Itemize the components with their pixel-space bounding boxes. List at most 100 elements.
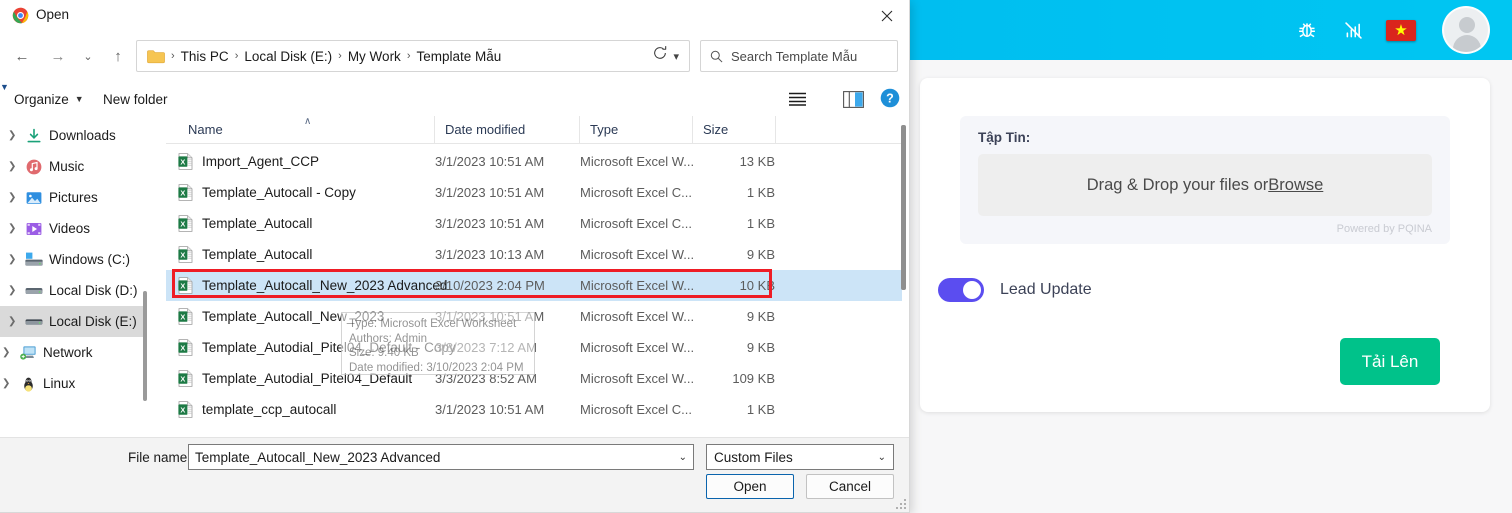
table-row[interactable]: X Template_Autocall - Copy 3/1/2023 10:51 … [166, 177, 902, 208]
file-name-text: Template_Autocall_New_2023 [202, 309, 385, 324]
lead-update-label: Lead Update [1000, 281, 1092, 298]
chevron-right-icon[interactable]: ❯ [2, 347, 18, 358]
preview-pane-icon[interactable] [843, 90, 864, 108]
refresh-icon[interactable] [652, 45, 668, 65]
file-size-cell: 1 KB [746, 185, 775, 200]
flag-vietnam-icon[interactable]: ★ [1386, 19, 1416, 41]
sidebar-item-music[interactable]: ❯ Music [0, 151, 147, 182]
breadcrumb-item-my-work[interactable]: My Work [344, 46, 405, 67]
column-header-type[interactable]: Type [579, 116, 692, 143]
chevron-right-icon[interactable]: ❯ [2, 378, 18, 389]
table-row[interactable]: X Template_Autocall 3/1/2023 10:13 AM Micro… [166, 239, 902, 270]
file-name-cell: X Template_Autocall - Copy [178, 184, 356, 201]
chevron-right-icon[interactable]: ❯ [8, 285, 24, 296]
sidebar-item-network[interactable]: ❯ Network [0, 337, 147, 368]
drive-windows-icon [24, 251, 44, 269]
recent-locations-button[interactable]: ⌄ [74, 42, 102, 70]
bug-icon[interactable] [1294, 17, 1320, 43]
avatar-body [1453, 35, 1481, 52]
sidebar-item-videos[interactable]: ❯ Videos [0, 213, 147, 244]
help-icon[interactable]: ? [880, 88, 900, 108]
table-row[interactable]: X Template_Autodial_Pitel04_Default - Cop… [166, 332, 902, 363]
view-list-icon[interactable] [788, 90, 807, 108]
open-button[interactable]: Open [706, 474, 794, 499]
sidebar-item-linux[interactable]: ❯ Linux [0, 368, 147, 399]
sidebar-item-windows-c[interactable]: ❯ Windows (C:) [0, 244, 147, 275]
column-header-blank[interactable] [775, 116, 902, 143]
search-icon [710, 50, 723, 62]
list-bottom-edge [166, 430, 902, 436]
chevron-right-icon[interactable]: ❯ [8, 223, 24, 234]
sidebar-item-label: Videos [49, 221, 91, 236]
avatar-head [1459, 17, 1475, 33]
breadcrumb-item-this-pc[interactable]: This PC [177, 46, 233, 67]
file-name-cell: X Template_Autocall [178, 215, 312, 232]
upload-submit-button[interactable]: Tải Lên [1340, 338, 1440, 385]
sidebar-item-downloads[interactable]: ❯ Downloads [0, 120, 147, 151]
file-list-pane: Name ∧ Date modified Type Size X Import_A… [166, 116, 902, 436]
browse-link[interactable]: Browse [1268, 176, 1323, 195]
sort-ascending-icon: ∧ [304, 116, 312, 127]
drive-icon [24, 313, 44, 331]
chevron-right-icon[interactable]: ❯ [8, 254, 24, 265]
signal-off-icon[interactable] [1340, 17, 1366, 43]
chevron-right-icon[interactable]: ❯ [8, 161, 24, 172]
chevron-down-icon[interactable]: ⌄ [679, 452, 687, 463]
file-name-input[interactable]: Template_Autocall_New_2023 Advanced ⌄ [188, 444, 694, 470]
table-row[interactable]: X Template_Autodial_Pitel04_Default 3/3/20… [166, 363, 902, 394]
column-header-size[interactable]: Size [692, 116, 775, 143]
chevron-down-icon[interactable]: ⌄ [878, 452, 886, 463]
chevron-right-icon[interactable]: ❯ [8, 130, 24, 141]
chevron-right-icon[interactable]: ❯ [8, 192, 24, 203]
file-type-cell: Microsoft Excel W... [580, 371, 695, 386]
table-row[interactable]: X Import_Agent_CCP 3/1/2023 10:51 AM Micros… [166, 146, 902, 177]
file-date-cell: 3/1/2023 10:51 AM [435, 185, 545, 200]
drive-icon [24, 282, 44, 300]
scrollbar-thumb[interactable] [901, 125, 906, 290]
avatar[interactable] [1442, 6, 1490, 54]
sidebar-item-pictures[interactable]: ❯ Pictures [0, 182, 147, 213]
organize-button[interactable]: Organize ▼ [14, 82, 84, 116]
new-folder-button[interactable]: New folder [103, 82, 168, 116]
sidebar-item-local-disk-d[interactable]: ❯ Local Disk (D:) [0, 275, 147, 306]
file-size-cell: 109 KB [732, 371, 775, 386]
table-row[interactable]: X Template_Autocall_New_2023 Advanced 3/10… [166, 270, 902, 301]
file-name-text: Import_Agent_CCP [202, 154, 320, 169]
navigation-pane-scrollbar[interactable] [143, 116, 147, 436]
cancel-button[interactable]: Cancel [806, 474, 894, 499]
powered-by-label: Powered by PQINA [1336, 223, 1432, 235]
column-header-date-modified[interactable]: Date modified [434, 116, 579, 143]
breadcrumb-item-template-mau[interactable]: Template Mẫu [412, 46, 505, 67]
table-row[interactable]: Xtemplate_ccp_autocall 3/1/2023 10:51 AM M… [166, 394, 902, 425]
breadcrumb[interactable]: › This PC › Local Disk (E:) › My Work › … [136, 40, 690, 72]
resize-grip[interactable] [896, 499, 907, 510]
chevron-down-icon[interactable]: ▾ [673, 50, 685, 63]
file-date-cell: 3/1/2023 10:13 AM [435, 247, 545, 262]
back-button[interactable]: ← [8, 42, 36, 70]
excel-file-icon: X [178, 277, 193, 294]
file-type-filter-select[interactable]: Custom Files ⌄ [706, 444, 894, 470]
forward-button[interactable]: → [44, 42, 72, 70]
table-row[interactable]: X Template_Autocall 3/1/2023 10:51 AM Micro… [166, 208, 902, 239]
dialog-titlebar[interactable]: Open [0, 0, 909, 32]
table-row[interactable]: X Template_Autocall_New_2023 3/1/2023 10:5… [166, 301, 902, 332]
dropzone-text: Drag & Drop your files or [1086, 175, 1269, 194]
sidebar-item-local-disk-e[interactable]: ❯ Local Disk (E:) [0, 306, 147, 337]
scrollbar-thumb[interactable] [143, 291, 147, 401]
chevron-right-icon[interactable]: ❯ [8, 316, 24, 327]
file-date-cell: 3/10/2023 2:04 PM [435, 278, 545, 293]
breadcrumb-separator: › [234, 50, 239, 62]
chevron-down-icon: ▼ [74, 94, 84, 104]
search-input[interactable]: Search Template Mẫu [700, 40, 898, 72]
file-list-scrollbar[interactable] [901, 118, 906, 436]
file-date-cell: 3/1/2023 10:51 AM [435, 216, 545, 231]
file-field-label: Tập Tin: [978, 130, 1031, 145]
up-one-level-button[interactable]: ↑ [104, 42, 132, 70]
close-icon[interactable] [864, 0, 909, 32]
lead-update-toggle[interactable] [938, 278, 984, 302]
file-name-text: Template_Autocall [202, 247, 313, 262]
file-name-text: Template_Autocall_New_2023 Advanced [202, 278, 448, 293]
excel-file-icon: X [178, 370, 193, 387]
file-dropzone[interactable]: Drag & Drop your files or Browse [978, 154, 1432, 216]
breadcrumb-item-local-disk-e[interactable]: Local Disk (E:) [240, 46, 336, 67]
